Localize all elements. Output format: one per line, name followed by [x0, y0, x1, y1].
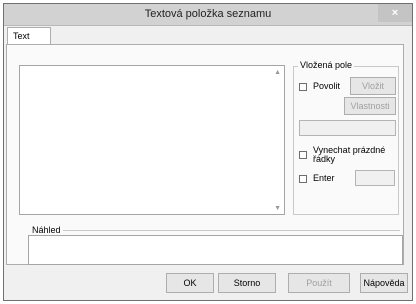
close-button[interactable]: × [378, 4, 412, 22]
ok-button[interactable]: OK [166, 273, 214, 293]
preview-separator [60, 230, 400, 231]
skip-empty-lines-checkbox[interactable] [299, 151, 307, 159]
text-editor[interactable]: ▲ ▼ [19, 65, 285, 215]
field-name-input[interactable] [299, 120, 396, 136]
scroll-up-icon[interactable]: ▲ [274, 69, 281, 76]
skip-empty-lines-label: Vynechat prázdné řádky [313, 145, 386, 164]
enable-checkbox[interactable] [299, 83, 307, 91]
enter-label: Enter [313, 173, 335, 183]
close-icon: × [391, 7, 399, 19]
window-title: Textová položka seznamu [144, 8, 272, 20]
enter-checkbox[interactable] [299, 175, 307, 183]
inserted-field-legend: Vložená pole [298, 60, 355, 70]
enter-input[interactable] [355, 170, 395, 186]
tab-text[interactable]: Text [7, 27, 51, 45]
apply-button[interactable]: Použít [288, 273, 350, 293]
properties-button[interactable]: Vlastnosti [344, 97, 396, 115]
scroll-down-icon[interactable]: ▼ [274, 205, 281, 212]
insert-button[interactable]: Vložit [350, 77, 396, 95]
title-bar: Textová položka seznamu × [4, 4, 412, 26]
help-button[interactable]: Nápověda [360, 273, 408, 293]
preview-box [28, 235, 403, 265]
tab-text-label: Text [13, 31, 30, 41]
cancel-button[interactable]: Storno [218, 273, 276, 293]
enable-label: Povolit [313, 81, 341, 91]
preview-label: Náhled [30, 225, 63, 235]
